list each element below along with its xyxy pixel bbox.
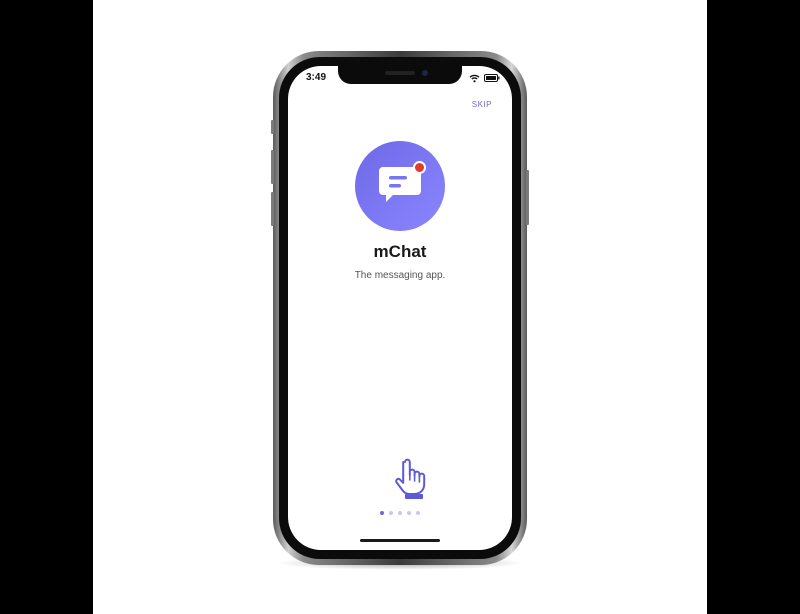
phone-screen: 3:49 SKIP mChat The messaging app.	[288, 66, 512, 550]
home-indicator[interactable]	[360, 539, 440, 542]
wifi-icon	[469, 74, 480, 82]
notification-dot-icon	[413, 161, 426, 174]
pointing-hand-icon	[395, 458, 426, 499]
page-dot-2[interactable]	[389, 511, 393, 515]
app-title: mChat	[373, 242, 427, 261]
skip-button[interactable]: SKIP	[472, 100, 492, 109]
app-tagline: The messaging app.	[354, 270, 446, 281]
power-button	[526, 170, 529, 225]
silent-switch	[271, 120, 274, 134]
page-dot-1[interactable]	[380, 511, 384, 515]
chat-bubble-icon	[379, 167, 421, 202]
status-icons	[469, 73, 500, 83]
app-logo	[355, 141, 445, 231]
camera	[422, 70, 428, 76]
status-time: 3:49	[306, 72, 327, 83]
volume-down-button	[271, 192, 274, 226]
notch	[338, 66, 462, 84]
page-dot-4[interactable]	[407, 511, 411, 515]
page-dot-3[interactable]	[398, 511, 402, 515]
volume-up-button	[271, 150, 274, 184]
page-indicator	[380, 511, 420, 515]
speaker	[385, 71, 415, 75]
page-dot-5[interactable]	[416, 511, 420, 515]
battery-icon	[484, 74, 500, 82]
